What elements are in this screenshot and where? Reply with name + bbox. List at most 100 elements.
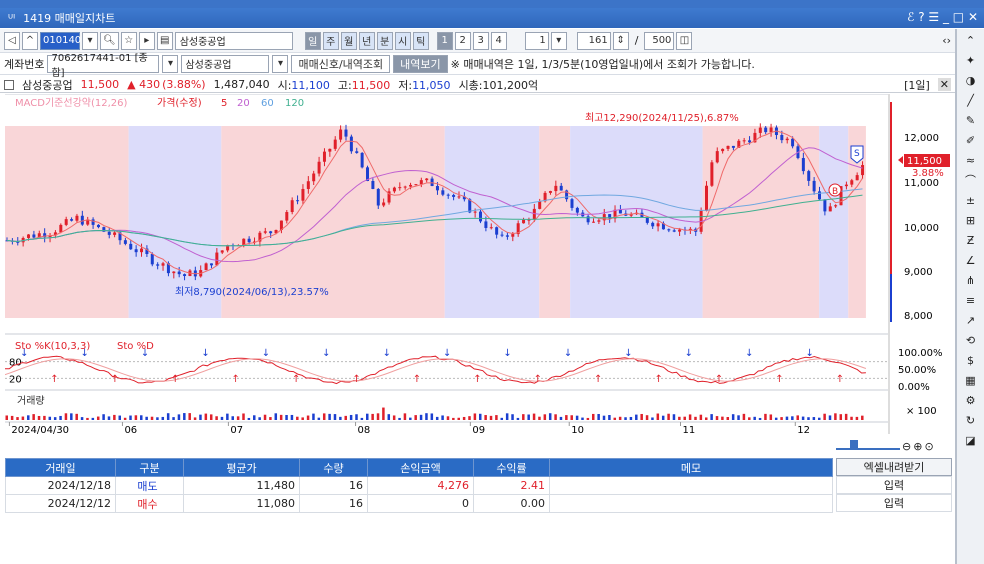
tool-icon[interactable]: ✦ — [961, 51, 981, 69]
contrast-icon[interactable]: ◑ — [961, 71, 981, 89]
account-stock-field[interactable]: 삼성중공업 — [181, 54, 270, 73]
collapse-icon[interactable]: ‹› — [942, 34, 951, 47]
period-day-button[interactable]: 일 — [304, 31, 321, 50]
period-tick-button[interactable]: 틱 — [412, 31, 429, 50]
volume-bar — [527, 414, 530, 420]
prev-stock-icon[interactable]: ◁ — [4, 31, 20, 50]
sto-buy-arrow: ↑ — [232, 374, 240, 385]
count-input[interactable]: 161 — [576, 31, 611, 50]
add-chart-icon[interactable]: ◫ — [676, 31, 693, 50]
zoom-in-icon[interactable]: ⊕ — [913, 440, 922, 453]
candle-body — [113, 232, 117, 235]
line-icon[interactable]: ╱ — [961, 91, 981, 109]
calendar-icon[interactable]: ▦ — [961, 371, 981, 389]
excel-download-button[interactable]: 엑셀내려받기 — [836, 458, 952, 476]
volume-bar — [441, 415, 444, 420]
chart-canvas[interactable]: SB 8020↓↑↓↑↓↑↓↑↓↑↓↑↓↑↓↑↓↑↓↑↓↑↓↑↓↑↓↑ 2024… — [5, 94, 888, 434]
col-header[interactable]: 메모 — [549, 458, 833, 477]
dropdown-icon[interactable]: ▾ — [82, 31, 98, 50]
candle-body — [376, 188, 380, 206]
sto-buy-arrow: ↑ — [715, 374, 723, 385]
angle-icon[interactable]: ∠ — [961, 251, 981, 269]
memo-input-button[interactable]: 입력 — [836, 476, 952, 494]
count-max-input[interactable]: 500 — [644, 31, 675, 50]
sto-sell-arrow: ↓ — [322, 348, 330, 359]
col-header[interactable]: 거래일 — [5, 458, 116, 477]
table-row[interactable]: 2024/12/18 매도 11,480 16 4,276 2.41 — [5, 476, 833, 495]
period-week-button[interactable]: 주 — [322, 31, 339, 50]
table-row[interactable]: 2024/12/12 매수 11,080 16 0 0.00 — [5, 494, 833, 513]
sto-sell-arrow: ↓ — [564, 348, 572, 359]
volume-bar — [274, 413, 278, 420]
stock-code-input[interactable]: 010140 — [40, 31, 81, 50]
preset-3-button[interactable]: 3 — [472, 31, 489, 50]
interval-select[interactable]: 1 — [524, 31, 549, 50]
zoom-slider[interactable] — [836, 440, 900, 450]
col-header[interactable]: 수량 — [299, 458, 368, 477]
quote-pct: (3.88%) — [162, 78, 206, 91]
dollar-icon[interactable]: $ — [961, 351, 981, 369]
volume-bar — [532, 413, 536, 420]
star-icon[interactable]: ☆ — [120, 31, 137, 50]
fan-icon[interactable]: ⋔ — [961, 271, 981, 289]
count-stepper-icon[interactable]: ⇕ — [612, 31, 629, 50]
zoom-reset-icon[interactable]: ⊙ — [924, 440, 933, 453]
candle-body — [570, 199, 574, 208]
expand-icon[interactable]: ◪ — [961, 431, 981, 449]
signal-history-button[interactable]: 매매신호/내역조회 — [291, 54, 391, 73]
scroll-up-icon[interactable]: ⌃ — [961, 31, 981, 49]
period-minute-button[interactable]: 분 — [376, 31, 393, 50]
period-tag: [1일] — [904, 78, 930, 92]
stock-dropdown-icon[interactable]: ▾ — [272, 54, 289, 73]
preset-4-button[interactable]: 4 — [490, 31, 507, 50]
volume-bar — [635, 414, 638, 420]
col-header[interactable]: 평균가 — [183, 458, 300, 477]
wave-icon[interactable]: ≈ — [961, 151, 981, 169]
zoom-fit-icon[interactable]: ⊖ — [902, 440, 911, 453]
chart-icon[interactable]: ⌒ — [961, 171, 981, 189]
candle-body — [59, 224, 63, 233]
checkbox[interactable] — [4, 79, 14, 90]
period-hour-button[interactable]: 시 — [394, 31, 411, 50]
price-legend-macd: MACD기준선강약(12,26) — [15, 97, 128, 109]
pen2-icon[interactable]: ✐ — [961, 131, 981, 149]
next-icon[interactable]: ▸ — [138, 31, 155, 50]
memo-input-button[interactable]: 입력 — [836, 494, 952, 512]
grid-icon[interactable]: ≡ — [961, 291, 981, 309]
account-bar: 계좌번호 7062617441-01 [종합] ▾ 삼성중공업 ▾ 매매신호/내… — [0, 53, 955, 79]
candle-body — [823, 199, 827, 212]
stock-name-field[interactable]: 삼성중공업 — [174, 31, 293, 50]
up-icon[interactable]: ^ — [22, 31, 38, 50]
period-month-button[interactable]: 월 — [340, 31, 357, 50]
pen-icon[interactable]: ✎ — [961, 111, 981, 129]
list-icon[interactable]: ▤ — [156, 31, 173, 50]
cycle-icon[interactable]: ⟲ — [961, 331, 981, 349]
close-chart-icon[interactable]: ✕ — [937, 78, 951, 91]
plusminus-icon[interactable]: ± — [961, 191, 981, 209]
sto-buy-arrow: ↑ — [292, 374, 300, 385]
col-header[interactable]: 손익금액 — [367, 458, 474, 477]
candle-body — [301, 188, 305, 201]
window-controls[interactable]: ℰ ? ☰ _ □ ✕ — [907, 10, 978, 24]
z-icon[interactable]: Ƶ — [961, 231, 981, 249]
col-header[interactable]: 수익률 — [473, 458, 550, 477]
preset-2-button[interactable]: 2 — [454, 31, 471, 50]
period-year-button[interactable]: 년 — [358, 31, 375, 50]
history-view-button[interactable]: 내역보기 — [393, 54, 448, 73]
volume-legend: 거래량 — [17, 395, 45, 407]
col-header[interactable]: 구분 — [115, 458, 184, 477]
search-icon[interactable]: 🔍︎ — [100, 31, 119, 50]
y-tick-12000: 12,000 — [904, 133, 939, 144]
account-dropdown-icon[interactable]: ▾ — [162, 54, 179, 73]
x-tick-label: 09 — [472, 425, 485, 434]
account-number-field[interactable]: 7062617441-01 [종합] — [47, 53, 160, 79]
refresh-icon[interactable]: ↻ — [961, 411, 981, 429]
fib-icon[interactable]: ⊞ — [961, 211, 981, 229]
trend-icon[interactable]: ↗ — [961, 311, 981, 329]
interval-dropdown-icon[interactable]: ▾ — [550, 31, 567, 50]
sto-left-tick-20: 20 — [9, 374, 22, 385]
preset-1-button[interactable]: 1 — [436, 31, 453, 50]
candle-body — [285, 212, 289, 221]
gear-icon[interactable]: ⚙ — [961, 391, 981, 409]
candle-body — [349, 136, 353, 152]
